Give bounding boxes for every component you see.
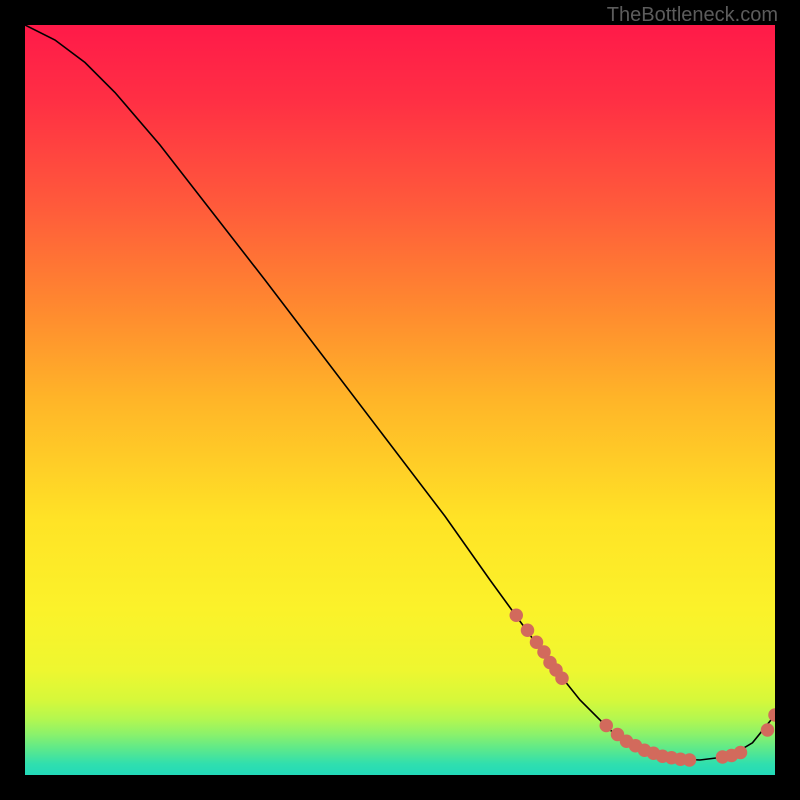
marker-dot [521,623,535,637]
marker-dot [600,719,614,733]
chart-markers [510,608,776,766]
watermark-text: TheBottleneck.com [607,4,778,27]
chart-area [25,25,775,775]
marker-dot [510,608,524,622]
marker-dot [768,708,775,722]
chart-svg [25,25,775,775]
marker-dot [683,753,697,767]
chart-curve [25,25,775,760]
marker-dot [761,723,775,737]
marker-dot [555,672,569,686]
marker-dot [734,746,748,760]
